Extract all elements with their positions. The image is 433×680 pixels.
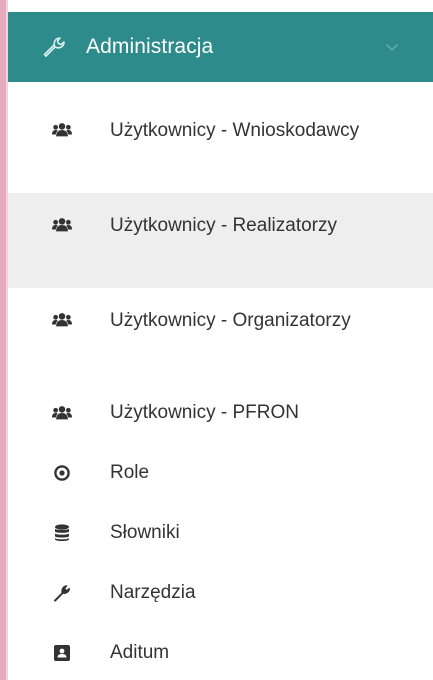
sidebar-item-label: Słowniki <box>110 522 180 543</box>
sidebar-item-label: Role <box>110 462 150 483</box>
wrench-outline-icon <box>41 34 67 60</box>
database-icon <box>52 523 72 543</box>
sidebar-item-role[interactable]: Role <box>8 443 433 503</box>
contact-card-icon <box>52 643 72 663</box>
sidebar-item-uzytkownicy-realizatorzy[interactable]: Użytkownicy - Realizatorzy <box>8 193 433 288</box>
sidebar-item-label: Użytkownicy - Wnioskodawcy <box>110 120 360 141</box>
users-icon <box>52 403 72 423</box>
sidebar-item-label: Aditum <box>110 642 170 663</box>
dot-circle-icon <box>52 463 72 483</box>
sidebar-item-uzytkownicy-pfron[interactable]: Użytkownicy - PFRON <box>8 383 433 443</box>
admin-sidebar-panel: Administracja Użytkownicy - Wnioskodawcy <box>0 0 433 680</box>
sidebar-item-aditum[interactable]: Aditum <box>8 623 433 680</box>
section-title: Administracja <box>86 35 214 58</box>
section-header-administracja[interactable]: Administracja <box>8 12 433 82</box>
sidebar-item-narzedzia[interactable]: Narzędzia <box>8 563 433 623</box>
chevron-down-icon[interactable] <box>384 39 400 55</box>
wrench-icon <box>52 583 72 603</box>
sidebar-item-label: Użytkownicy - PFRON <box>110 402 299 423</box>
sidebar-item-label: Użytkownicy - Realizatorzy <box>110 215 337 236</box>
left-accent-rule <box>0 0 8 680</box>
sidebar-item-uzytkownicy-wnioskodawcy[interactable]: Użytkownicy - Wnioskodawcy <box>8 98 433 193</box>
sidebar-item-slowniki[interactable]: Słowniki <box>8 503 433 563</box>
sidebar-menu: Użytkownicy - Wnioskodawcy Użytkownicy -… <box>8 98 433 680</box>
sidebar-item-label: Narzędzia <box>110 582 196 603</box>
sidebar-item-label: Użytkownicy - Organizatorzy <box>110 310 351 331</box>
sidebar-item-uzytkownicy-organizatorzy[interactable]: Użytkownicy - Organizatorzy <box>8 288 433 383</box>
